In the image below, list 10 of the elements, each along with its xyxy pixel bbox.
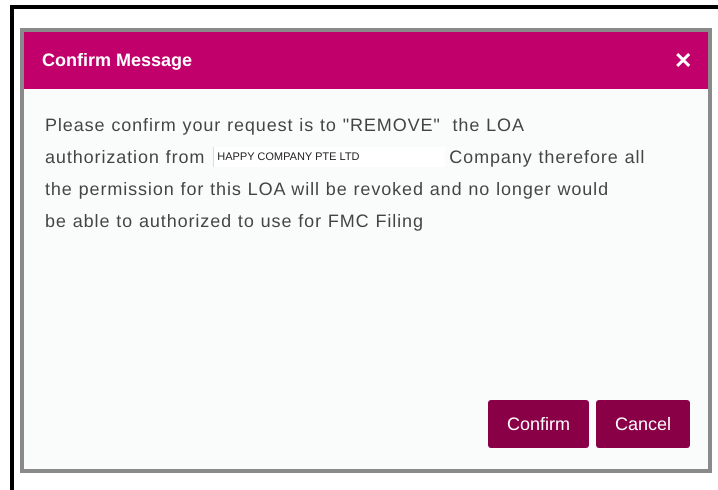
- dialog-title: Confirm Message: [42, 49, 192, 72]
- message-text: the permission for this LOA will be revoked and no longer would: [45, 178, 609, 201]
- confirm-button[interactable]: Confirm: [488, 400, 589, 448]
- company-name: HAPPY COMPANY PTE LTD: [213, 147, 446, 167]
- message-text: Please confirm your request is to "REMOVE" the LOA: [45, 114, 525, 137]
- cancel-button[interactable]: Cancel: [596, 400, 690, 448]
- message-text: Company therefore all: [449, 146, 646, 169]
- message-text: be able to authorized to use for FMC Filing: [45, 210, 424, 233]
- message-text: authorization from: [45, 146, 206, 169]
- close-button[interactable]: ✕: [670, 50, 696, 72]
